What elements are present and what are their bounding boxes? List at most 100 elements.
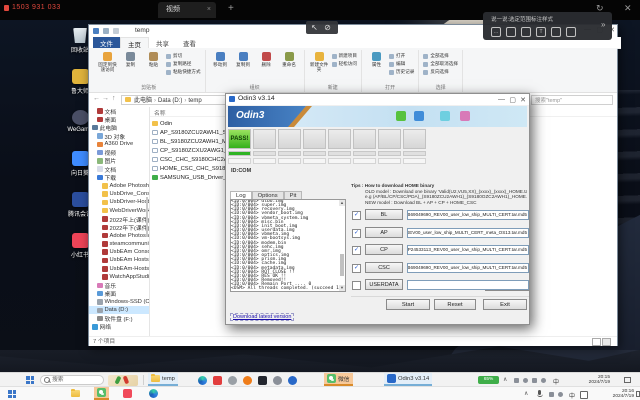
notification-center-icon-outer[interactable] [636,391,640,397]
taskbar-explorer-button[interactable]: temp [148,373,178,386]
sidebar-item-文档[interactable]: 文档 [89,165,149,173]
qat-dropdown-icon[interactable] [113,28,119,34]
sidebar-item-软件盘 (F:)[interactable]: 软件盘 (F:) [89,314,149,322]
ribbon-button[interactable]: 粘贴 [143,50,164,84]
start-button-outer[interactable] [8,390,16,398]
tray-shield-icon[interactable] [514,378,519,383]
hidden-icons-chevron[interactable]: ∧ [503,376,507,383]
sidebar-item-UsbEAm Consoles_[interactable]: UsbEAm Consoles_ [89,248,149,256]
sidebar-item-Windows-SSD (C:)[interactable]: Windows-SSD (C:) [89,298,149,306]
taskbar-wechat-button[interactable]: 微信 [324,373,353,386]
exit-button[interactable]: Exit [483,299,527,310]
odin-titlebar[interactable]: Odin3 v3.14 — ▢ ✕ [226,94,529,105]
outer-edge-icon-button[interactable] [146,387,161,400]
chat-icon[interactable]: … [491,27,501,37]
ribbon-small-button[interactable]: 新建项目 [332,52,357,60]
BL-file-field[interactable]: BL_S9180ZCU2AWH1_MQB69049690_REV00_user_… [407,210,529,220]
ribbon-small-button[interactable]: 轻松访问 [332,60,357,68]
new-tab-button[interactable]: + [228,3,234,14]
sidebar-item-桌面[interactable]: 桌面 [89,290,149,298]
log-scroll-down-icon[interactable]: ▼ [339,285,345,291]
taskbar-odin-button[interactable]: Odin3 v3.14 [384,373,432,386]
sidebar-item-UsbDriver-Hosts-E[interactable]: UsbDriver-Hosts-E [89,198,149,206]
view-thumbnails-icon[interactable] [602,338,611,346]
battery-indicator[interactable]: 65% [478,376,499,384]
sidebar-item-图片[interactable]: 图片 [89,157,149,165]
expand-icon[interactable]: » [601,20,605,29]
ribbon-small-button[interactable]: 编辑 [389,60,414,68]
sidebar-item-2022年下(课件)[interactable]: 2022年下(课件) [89,223,149,231]
microphone-icon[interactable] [538,390,541,395]
ribbon-small-button[interactable]: 粘贴快捷方式 [166,68,201,76]
CP-button[interactable]: CP [365,244,403,255]
sidebar-item-文档[interactable]: 文档 [89,107,149,115]
ribbon-small-button[interactable]: 剪切 [166,52,201,60]
camera-icon[interactable] [521,27,531,37]
tray-network-icon[interactable] [532,378,537,383]
ribbon-small-button[interactable]: 复制路径 [166,60,201,68]
ime-mode-icon[interactable] [580,391,588,399]
odin-minimize-button[interactable]: — [498,96,505,103]
AP-button[interactable]: AP [365,227,403,238]
sidebar-item-Adobe Photoshop 2[interactable]: Adobe Photoshop 2 [89,182,149,190]
breadcrumb-part[interactable]: Data (D:) [158,98,182,104]
iqiyi-icon[interactable] [213,376,222,385]
clock-outer[interactable]: 20:162024/7/19 [592,389,634,400]
annotation-pill[interactable]: ↖ ⊘ [306,21,338,34]
sidebar-item-网络[interactable]: 网络 [89,323,149,331]
tab-查看[interactable]: 查看 [176,37,203,48]
sidebar-item-视频[interactable]: 视频 [89,148,149,156]
BL-checkbox[interactable]: ✓ [352,211,361,220]
search-input[interactable]: 搜索"temp" [531,95,613,105]
odin-maximize-button[interactable]: ▢ [509,96,516,104]
ribbon-button[interactable]: 固定到快速访问 [97,50,118,84]
ribbon-button[interactable]: 新建文件夹 [309,50,330,84]
text-icon[interactable]: T [536,27,546,37]
sidebar-item-UsbEAm-Hosts-Edi[interactable]: UsbEAm-Hosts-Edi [89,265,149,273]
nav-scrollbar[interactable] [146,197,148,237]
forward-button[interactable]: → [102,95,109,102]
ribbon-small-button[interactable]: 历史记录 [389,68,414,76]
up-button[interactable]: ↑ [112,95,116,102]
quark-icon[interactable] [288,376,297,385]
sidebar-item-A360 Drive[interactable]: A360 Drive [89,140,149,148]
sidebar-item-WatchAppStudio_M[interactable]: WatchAppStudio_M [89,273,149,281]
log-scroll-thumb[interactable] [340,254,344,276]
notification-center-icon-inner[interactable] [624,377,631,383]
CP-checkbox[interactable]: ✓ [352,246,361,255]
sidebar-item-下载[interactable]: 下载 [89,173,149,181]
outer-explorer-icon-button[interactable] [68,387,83,400]
sidebar-item-Adobe Photoshop 2[interactable]: Adobe Photoshop 2 [89,231,149,239]
record-icon[interactable] [566,27,576,37]
CSC-file-field[interactable]: CSC_CHC_S9180CHC2AWH1_MQB69049690_REV00_… [407,263,529,273]
ribbon-button[interactable]: 复制到 [233,50,254,84]
BL-button[interactable]: BL [365,209,403,220]
qat-undo-icon[interactable] [103,28,109,34]
ribbon-small-button[interactable]: 反向选择 [423,68,458,76]
ribbon-button[interactable]: 重命名 [279,50,300,84]
CSC-button[interactable]: CSC [365,262,403,273]
tab-共享[interactable]: 共享 [149,37,176,48]
USERDATA-checkbox[interactable] [352,281,361,290]
CSC-checkbox[interactable]: ✓ [352,264,361,273]
tray-volume-icon-outer[interactable] [558,392,563,397]
view-list-icon[interactable] [592,338,601,346]
tab-close-icon[interactable]: × [207,2,211,18]
settings-icon[interactable] [273,376,282,385]
ribbon-button[interactable]: 删除 [256,50,277,84]
sidebar-item-steamcommunity_3[interactable]: steamcommunity_3 [89,240,149,248]
sidebar-item-UsbDrive_Console_[interactable]: UsbDrive_Console_ [89,190,149,198]
CP-file-field[interactable]: CP_S9180ZCXU2AWG1_CP24533113_REV00_user_… [407,245,529,255]
odin-log-box[interactable]: <ID:0/004> dtbo.img<ID:0/004> super.img<… [230,199,346,292]
ribbon-small-button[interactable]: 打开 [389,52,414,60]
ribbon-button[interactable]: 移动到 [210,50,231,84]
tab-主页[interactable]: 主页 [120,37,149,48]
USERDATA-file-field[interactable] [407,280,529,290]
folder-icon[interactable] [551,27,561,37]
mic-icon[interactable] [506,27,516,37]
download-latest-link[interactable]: Download latest version [230,313,294,321]
reset-button[interactable]: Reset [434,299,476,310]
AP-checkbox[interactable]: ✓ [352,229,361,238]
sidebar-item-音乐[interactable]: 音乐 [89,281,149,289]
ribbon-small-button[interactable]: 全部取消选择 [423,60,458,68]
